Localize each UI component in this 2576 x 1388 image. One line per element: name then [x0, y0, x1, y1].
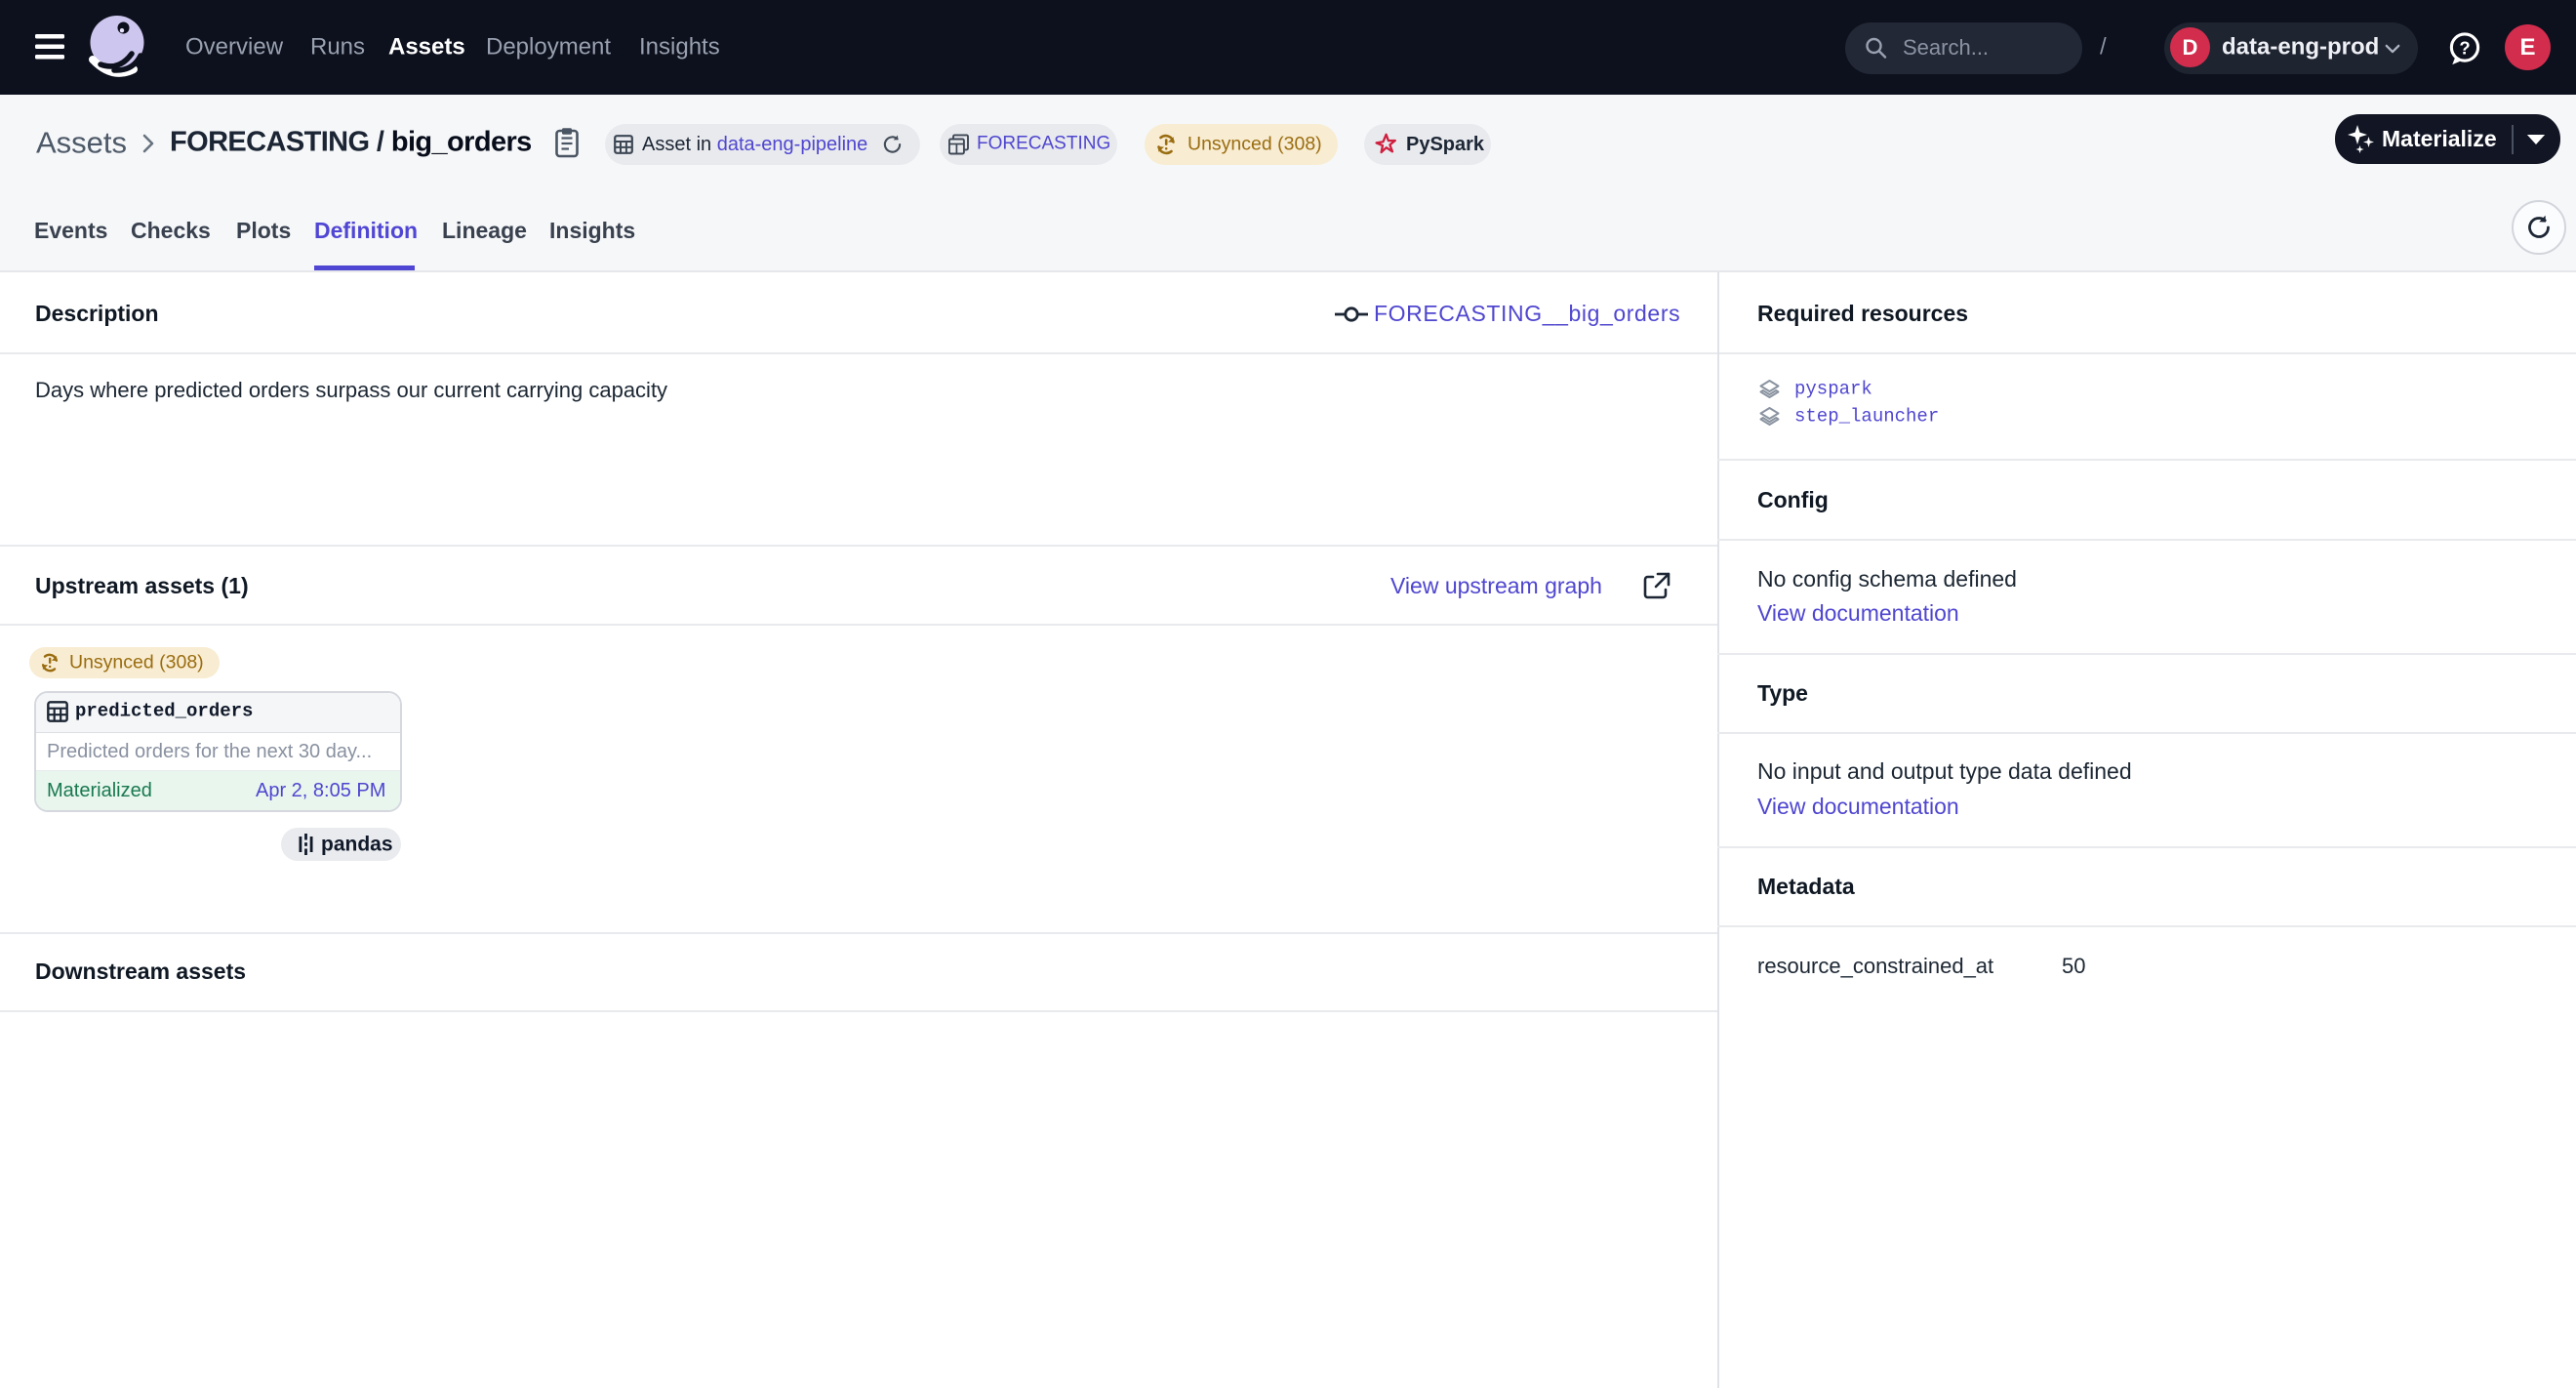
svg-text:?: ?: [2459, 37, 2470, 58]
